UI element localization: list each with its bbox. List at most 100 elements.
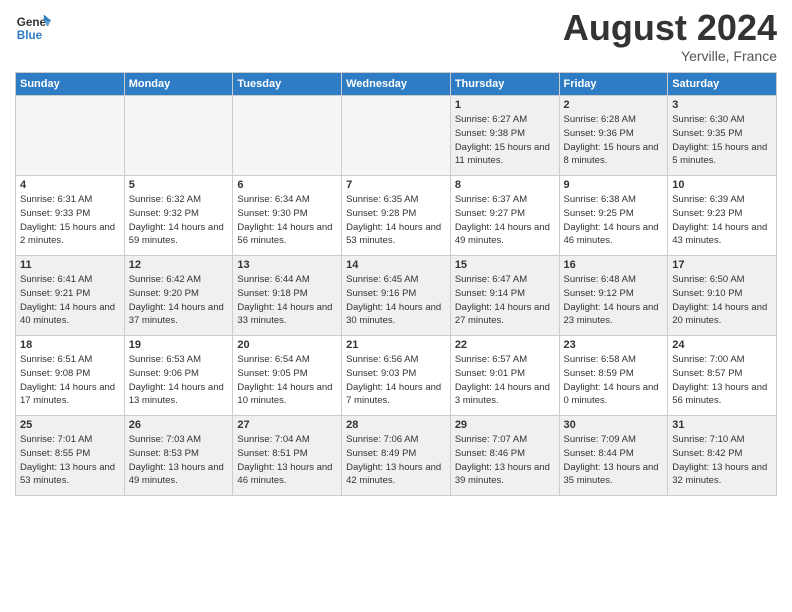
sunrise-text: Sunrise: 6:39 AM xyxy=(672,194,744,205)
sunrise-text: Sunrise: 6:34 AM xyxy=(237,194,309,205)
day-info: Sunrise: 7:06 AMSunset: 8:49 PMDaylight:… xyxy=(346,433,446,488)
day-number: 19 xyxy=(129,339,229,351)
sunset-text: Sunset: 9:06 PM xyxy=(129,368,199,379)
day-info: Sunrise: 6:32 AMSunset: 9:32 PMDaylight:… xyxy=(129,193,229,248)
calendar-cell: 20Sunrise: 6:54 AMSunset: 9:05 PMDayligh… xyxy=(233,336,342,416)
day-info: Sunrise: 7:00 AMSunset: 8:57 PMDaylight:… xyxy=(672,353,772,408)
calendar-week-row: 25 Sunrise: 7:01 AM Sunset: 8:55 PM Dayligh… xyxy=(16,416,777,496)
day-info: Sunrise: 6:27 AM Sunset: 9:38 PM Daylight:… xyxy=(455,113,555,168)
day-number: 13 xyxy=(237,259,337,271)
sunrise-text: Sunrise: 6:41 AM xyxy=(20,274,92,285)
sunset-text: Sunset: 9:21 PM xyxy=(20,288,90,299)
sunrise-text: Sunrise: 7:04 AM xyxy=(237,434,309,445)
daylight-text: Daylight: 14 hours and 13 minutes. xyxy=(129,382,224,407)
daylight-text: Daylight: 13 hours and 49 minutes. xyxy=(129,462,224,487)
day-number: 8 xyxy=(455,179,555,191)
sunrise-text: Sunrise: 6:51 AM xyxy=(20,354,92,365)
calendar-week-row: 4Sunrise: 6:31 AMSunset: 9:33 PMDaylight… xyxy=(16,176,777,256)
calendar-cell xyxy=(233,96,342,176)
sunset-text: Sunset: 9:38 PM xyxy=(455,128,525,139)
day-info: Sunrise: 7:09 AMSunset: 8:44 PMDaylight:… xyxy=(564,433,664,488)
day-number: 21 xyxy=(346,339,446,351)
sunset-text: Sunset: 9:36 PM xyxy=(564,128,634,139)
logo-icon: General Blue xyxy=(15,10,51,46)
sunrise-text: Sunrise: 7:06 AM xyxy=(346,434,418,445)
sunset-text: Sunset: 9:28 PM xyxy=(346,208,416,219)
calendar-cell: 9Sunrise: 6:38 AMSunset: 9:25 PMDaylight… xyxy=(559,176,668,256)
calendar-cell: 18Sunrise: 6:51 AMSunset: 9:08 PMDayligh… xyxy=(16,336,125,416)
daylight-text: Daylight: 14 hours and 3 minutes. xyxy=(455,382,550,407)
page-container: General Blue August 2024 Yerville, Franc… xyxy=(0,0,792,612)
day-info: Sunrise: 6:48 AMSunset: 9:12 PMDaylight:… xyxy=(564,273,664,328)
sunset-text: Sunset: 9:23 PM xyxy=(672,208,742,219)
calendar-week-row: 18Sunrise: 6:51 AMSunset: 9:08 PMDayligh… xyxy=(16,336,777,416)
calendar-cell: 13Sunrise: 6:44 AMSunset: 9:18 PMDayligh… xyxy=(233,256,342,336)
header-wednesday: Wednesday xyxy=(342,73,451,96)
daylight-text: Daylight: 13 hours and 32 minutes. xyxy=(672,462,767,487)
day-info: Sunrise: 6:31 AMSunset: 9:33 PMDaylight:… xyxy=(20,193,120,248)
sunrise-text: Sunrise: 6:54 AM xyxy=(237,354,309,365)
sunset-text: Sunset: 8:42 PM xyxy=(672,448,742,459)
sunrise-text: Sunrise: 6:30 AM xyxy=(672,114,744,125)
sunrise-text: Sunrise: 6:27 AM xyxy=(455,114,527,125)
calendar-cell: 4Sunrise: 6:31 AMSunset: 9:33 PMDaylight… xyxy=(16,176,125,256)
daylight-text: Daylight: 14 hours and 10 minutes. xyxy=(237,382,332,407)
sunset-text: Sunset: 8:57 PM xyxy=(672,368,742,379)
sunrise-text: Sunrise: 6:48 AM xyxy=(564,274,636,285)
calendar-cell: 17Sunrise: 6:50 AMSunset: 9:10 PMDayligh… xyxy=(668,256,777,336)
day-info: Sunrise: 7:04 AM Sunset: 8:51 PM Daylight:… xyxy=(237,433,337,488)
daylight-text: Daylight: 13 hours and 56 minutes. xyxy=(672,382,767,407)
day-info: Sunrise: 6:42 AMSunset: 9:20 PMDaylight:… xyxy=(129,273,229,328)
day-number: 25 xyxy=(20,419,120,431)
sunset-text: Sunset: 8:51 PM xyxy=(237,448,307,459)
location-subtitle: Yerville, France xyxy=(563,48,777,64)
sunrise-text: Sunrise: 7:01 AM xyxy=(20,434,92,445)
sunrise-text: Sunrise: 6:35 AM xyxy=(346,194,418,205)
day-info: Sunrise: 6:53 AMSunset: 9:06 PMDaylight:… xyxy=(129,353,229,408)
day-info: Sunrise: 6:56 AMSunset: 9:03 PMDaylight:… xyxy=(346,353,446,408)
day-info: Sunrise: 7:03 AMSunset: 8:53 PMDaylight:… xyxy=(129,433,229,488)
day-info: Sunrise: 6:39 AMSunset: 9:23 PMDaylight:… xyxy=(672,193,772,248)
calendar-cell: 2Sunrise: 6:28 AMSunset: 9:36 PMDaylight… xyxy=(559,96,668,176)
daylight-text: Daylight: 13 hours and 53 minutes. xyxy=(20,462,115,487)
day-number: 16 xyxy=(564,259,664,271)
sunset-text: Sunset: 9:33 PM xyxy=(20,208,90,219)
sunrise-text: Sunrise: 7:07 AM xyxy=(455,434,527,445)
sunset-text: Sunset: 9:10 PM xyxy=(672,288,742,299)
title-block: August 2024 Yerville, France xyxy=(563,10,777,64)
calendar-cell: 29Sunrise: 7:07 AMSunset: 8:46 PMDayligh… xyxy=(450,416,559,496)
day-info: Sunrise: 6:41 AMSunset: 9:21 PMDaylight:… xyxy=(20,273,120,328)
sunset-text: Sunset: 8:49 PM xyxy=(346,448,416,459)
day-number: 9 xyxy=(564,179,664,191)
day-number: 14 xyxy=(346,259,446,271)
sunset-text: Sunset: 8:55 PM xyxy=(20,448,90,459)
header-thursday: Thursday xyxy=(450,73,559,96)
day-info: Sunrise: 6:58 AMSunset: 8:59 PMDaylight:… xyxy=(564,353,664,408)
header-tuesday: Tuesday xyxy=(233,73,342,96)
day-info: Sunrise: 6:34 AMSunset: 9:30 PMDaylight:… xyxy=(237,193,337,248)
logo: General Blue xyxy=(15,10,51,46)
sunset-text: Sunset: 9:12 PM xyxy=(564,288,634,299)
daylight-text: Daylight: 15 hours and 11 minutes. xyxy=(455,142,550,167)
sunrise-text: Sunrise: 7:09 AM xyxy=(564,434,636,445)
sunrise-text: Sunrise: 6:47 AM xyxy=(455,274,527,285)
daylight-text: Daylight: 13 hours and 46 minutes. xyxy=(237,462,332,487)
sunrise-text: Sunrise: 7:03 AM xyxy=(129,434,201,445)
day-number: 17 xyxy=(672,259,772,271)
calendar-cell: 7Sunrise: 6:35 AMSunset: 9:28 PMDaylight… xyxy=(342,176,451,256)
sunset-text: Sunset: 9:20 PM xyxy=(129,288,199,299)
calendar-week-row: 11Sunrise: 6:41 AMSunset: 9:21 PMDayligh… xyxy=(16,256,777,336)
calendar-cell: 6Sunrise: 6:34 AMSunset: 9:30 PMDaylight… xyxy=(233,176,342,256)
month-title: August 2024 xyxy=(563,10,777,46)
calendar-cell: 15Sunrise: 6:47 AMSunset: 9:14 PMDayligh… xyxy=(450,256,559,336)
daylight-text: Daylight: 14 hours and 17 minutes. xyxy=(20,382,115,407)
sunrise-text: Sunrise: 7:10 AM xyxy=(672,434,744,445)
daylight-text: Daylight: 14 hours and 30 minutes. xyxy=(346,302,441,327)
calendar-cell: 31Sunrise: 7:10 AMSunset: 8:42 PMDayligh… xyxy=(668,416,777,496)
day-info: Sunrise: 6:30 AMSunset: 9:35 PMDaylight:… xyxy=(672,113,772,168)
daylight-text: Daylight: 13 hours and 39 minutes. xyxy=(455,462,550,487)
calendar-cell: 30Sunrise: 7:09 AMSunset: 8:44 PMDayligh… xyxy=(559,416,668,496)
header-friday: Friday xyxy=(559,73,668,96)
day-number: 27 xyxy=(237,419,337,431)
calendar-cell: 28Sunrise: 7:06 AMSunset: 8:49 PMDayligh… xyxy=(342,416,451,496)
